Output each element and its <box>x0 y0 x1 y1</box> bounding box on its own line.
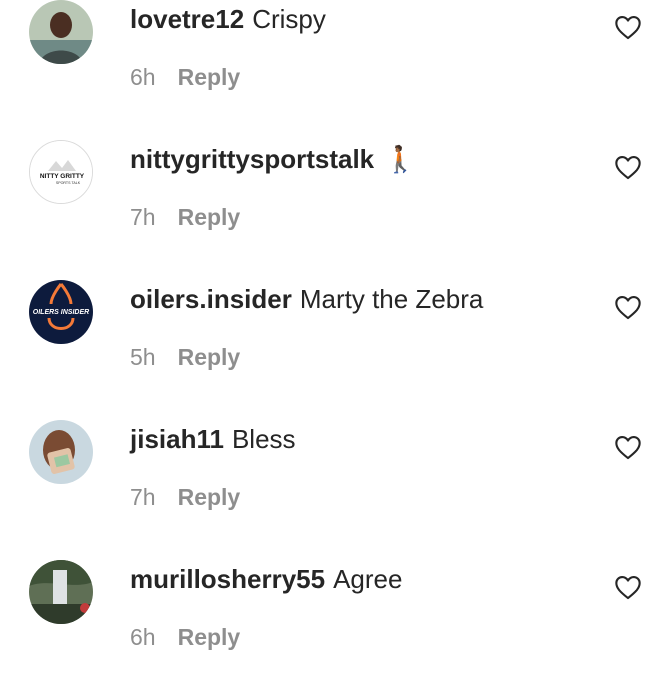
comment-timestamp: 6h <box>130 64 156 90</box>
comment-username[interactable]: nittygrittysportstalk <box>130 144 374 174</box>
comment-meta: 6h Reply <box>130 622 240 652</box>
heart-outline-icon[interactable] <box>614 434 642 460</box>
comment-username[interactable]: lovetre12 <box>130 4 244 34</box>
comment-item: lovetre12 Crispy 6h Reply <box>0 0 664 140</box>
comment-username[interactable]: jisiah11 <box>130 424 224 454</box>
oilers-insider-logo: OILERS INSIDER <box>29 280 93 344</box>
heart-outline-icon[interactable] <box>614 14 642 40</box>
nitty-gritty-logo: NITTY GRITTY SPORTS TALK <box>30 141 92 203</box>
walking-person-emoji: 🚶🏾 <box>384 144 417 174</box>
svg-text:SPORTS TALK: SPORTS TALK <box>56 181 81 185</box>
heart-outline-icon[interactable] <box>614 294 642 320</box>
comment-timestamp: 7h <box>130 204 156 230</box>
comment-text: Agree <box>333 564 403 594</box>
comment-line: murillosherry55 Agree <box>130 562 402 596</box>
profile-photo <box>29 560 93 624</box>
svg-text:OILERS INSIDER: OILERS INSIDER <box>33 309 89 316</box>
comment-username[interactable]: oilers.insider <box>130 284 292 314</box>
comment-meta: 7h Reply <box>130 482 240 512</box>
comment-line: lovetre12 Crispy <box>130 2 326 36</box>
comment-item: jisiah11 Bless 7h Reply <box>0 420 664 560</box>
svg-text:NITTY GRITTY: NITTY GRITTY <box>40 173 85 180</box>
comment-timestamp: 7h <box>130 484 156 510</box>
comment-meta: 6h Reply <box>130 62 240 92</box>
comment-meta: 7h Reply <box>130 202 240 232</box>
comment-line: oilers.insider Marty the Zebra <box>130 282 483 316</box>
reply-button[interactable]: Reply <box>178 204 241 230</box>
comment-text: Marty the Zebra <box>299 284 484 314</box>
comment-username[interactable]: murillosherry55 <box>130 564 325 594</box>
comment-text: Bless <box>231 424 296 454</box>
reply-button[interactable]: Reply <box>178 484 241 510</box>
comment-timestamp: 5h <box>130 344 156 370</box>
comment-line: jisiah11 Bless <box>130 422 296 456</box>
profile-photo <box>29 0 93 64</box>
profile-photo <box>29 420 93 484</box>
avatar[interactable]: NITTY GRITTY SPORTS TALK <box>29 140 93 204</box>
comment-item: murillosherry55 Agree 6h Reply <box>0 560 664 700</box>
avatar[interactable] <box>29 0 93 64</box>
reply-button[interactable]: Reply <box>178 64 241 90</box>
avatar[interactable] <box>29 420 93 484</box>
comment-item: NITTY GRITTY SPORTS TALK nittygrittyspor… <box>0 140 664 280</box>
heart-outline-icon[interactable] <box>614 574 642 600</box>
comment-item: OILERS INSIDER oilers.insider Marty the Z… <box>0 280 664 420</box>
avatar[interactable]: OILERS INSIDER <box>29 280 93 344</box>
reply-button[interactable]: Reply <box>178 344 241 370</box>
heart-outline-icon[interactable] <box>614 154 642 180</box>
comment-meta: 5h Reply <box>130 342 240 372</box>
comment-timestamp: 6h <box>130 624 156 650</box>
avatar[interactable] <box>29 560 93 624</box>
reply-button[interactable]: Reply <box>178 624 241 650</box>
comment-line: nittygrittysportstalk 🚶🏾 <box>130 142 417 176</box>
comment-text: Crispy <box>252 4 326 34</box>
